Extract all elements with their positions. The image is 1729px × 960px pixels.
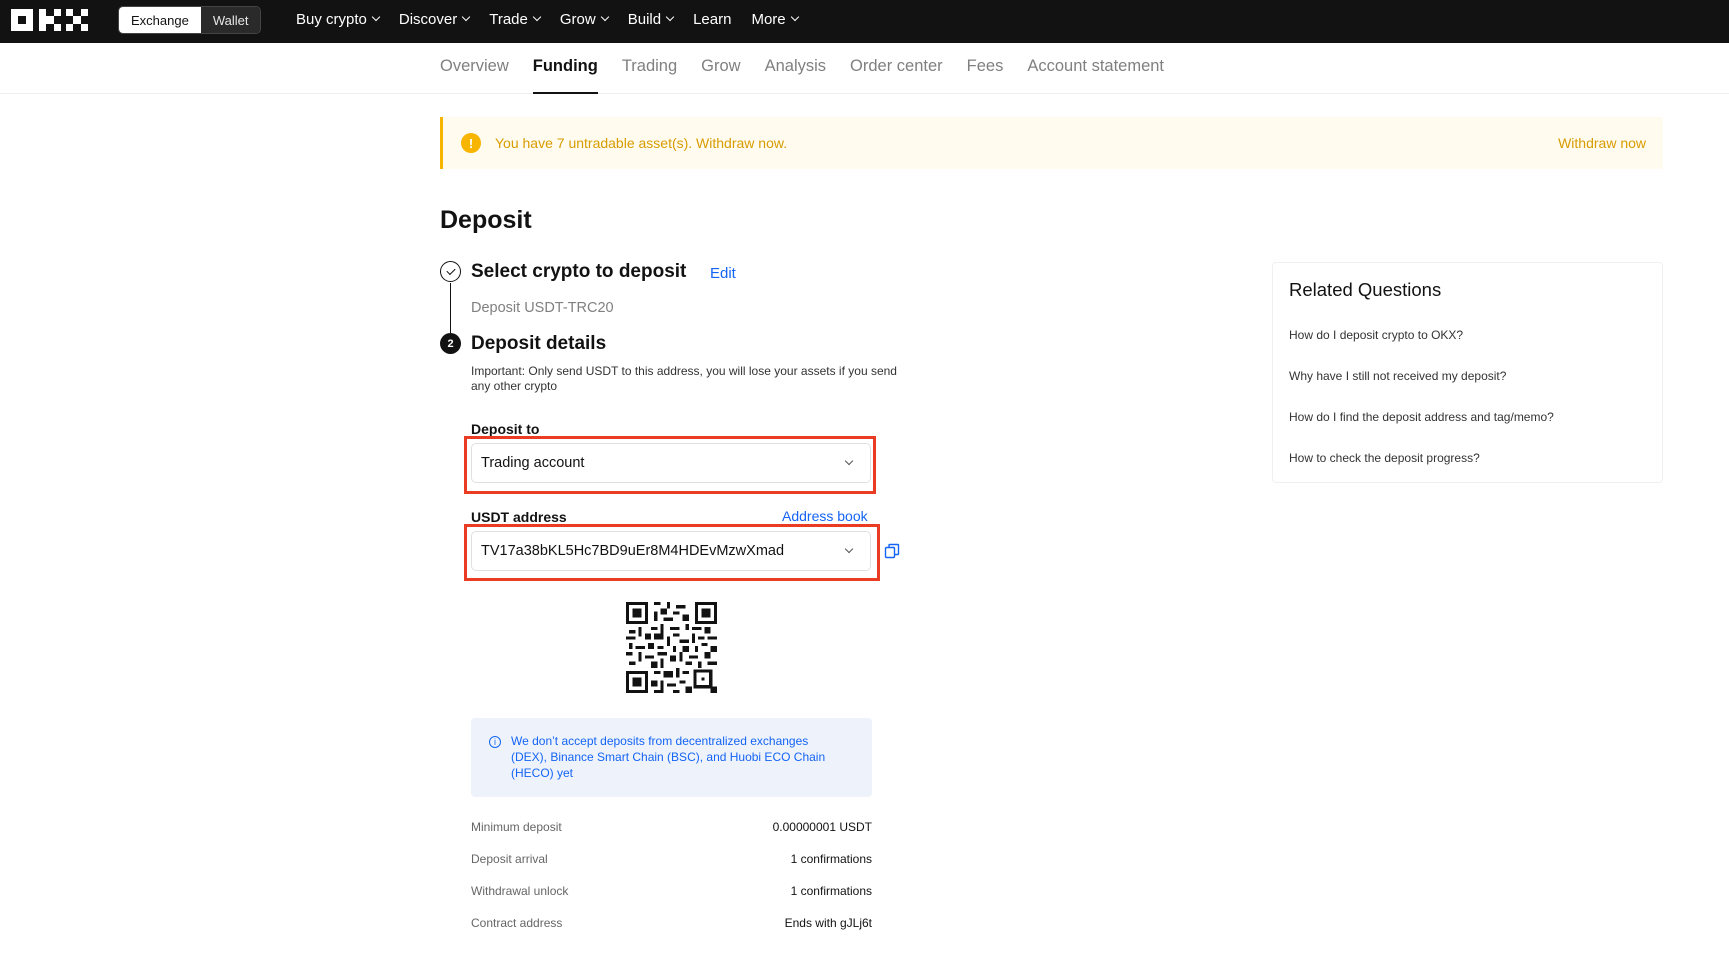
step1-title: Select crypto to deposit [471,261,687,282]
tab-grow[interactable]: Grow [701,43,740,94]
top-navigation-bar: Exchange Wallet Buy crypto Discover Trad… [0,0,1729,43]
chevron-down-icon [532,12,542,22]
nav-trade-label: Trade [489,10,528,28]
detail-row: Minimum deposit 0.00000001 USDT [471,820,872,852]
nav-more[interactable]: More [751,10,799,28]
tab-funding[interactable]: Funding [532,43,598,94]
page-title: Deposit [440,206,532,234]
chevron-down-icon [461,12,471,22]
deposit-to-value: Trading account [481,455,585,471]
step2-number-badge: 2 [440,333,461,354]
nav-discover-label: Discover [398,10,458,28]
info-icon: i [489,736,501,748]
nav-discover[interactable]: Discover [398,10,471,28]
notice-text: We don’t accept deposits from decentrali… [511,734,826,780]
deposit-to-select[interactable]: Trading account [471,443,871,483]
detail-key: Contract address [471,916,563,930]
detail-value: 0.00000001 USDT [772,820,872,834]
chevron-down-icon [844,544,854,554]
okx-logo[interactable] [11,8,92,32]
detail-key: Deposit arrival [471,852,548,866]
detail-row: Contract address Ends with gJLj6t [471,916,872,948]
main-nav: Buy crypto Discover Trade Grow Build Lea… [296,0,818,38]
nav-buy-crypto[interactable]: Buy crypto [296,10,381,28]
tab-trading[interactable]: Trading [622,43,677,94]
tab-account-statement[interactable]: Account statement [1027,43,1164,94]
unsupported-networks-notice: i We don’t accept deposits from decentra… [471,718,872,797]
selected-crypto-summary: Deposit USDT-TRC20 [471,300,614,316]
usdt-address-value: TV17a38bKL5Hc7BD9uEr8M4HDEvMzwXmad [481,543,785,559]
tab-order-center[interactable]: Order center [850,43,943,94]
exchange-tab[interactable]: Exchange [119,7,201,33]
chevron-down-icon [600,12,609,22]
nav-learn[interactable]: Learn [693,11,731,28]
nav-build[interactable]: Build [627,10,675,28]
exchange-wallet-toggle: Exchange Wallet [118,6,262,34]
edit-crypto-link[interactable]: Edit [710,265,736,282]
related-questions-panel: Related Questions How do I deposit crypt… [1272,262,1663,483]
usdt-address-select[interactable]: TV17a38bKL5Hc7BD9uEr8M4HDEvMzwXmad [471,531,871,571]
copy-icon[interactable] [884,543,900,559]
usdt-address-label: USDT address [471,509,567,525]
related-question-link[interactable]: How do I find the deposit address and ta… [1289,410,1554,451]
address-book-link[interactable]: Address book [782,508,868,524]
step-connector [450,283,451,333]
detail-key: Withdrawal unlock [471,884,569,898]
untradable-assets-banner: ! You have 7 untradable asset(s). Withdr… [440,117,1663,169]
chevron-down-icon [790,12,799,22]
related-question-link[interactable]: How to check the deposit progress? [1289,451,1554,492]
nav-learn-label: Learn [693,10,732,28]
tab-analysis[interactable]: Analysis [765,43,826,94]
warning-icon: ! [461,133,481,153]
tab-fees[interactable]: Fees [967,43,1004,94]
detail-value: 1 confirmations [790,884,872,898]
chevron-down-icon [371,12,381,22]
nav-more-label: More [751,10,786,28]
banner-message: You have 7 untradable asset(s). Withdraw… [495,135,788,151]
related-question-link[interactable]: How do I deposit crypto to OKX? [1289,328,1554,369]
tab-overview[interactable]: Overview [440,43,509,94]
deposit-to-label: Deposit to [471,421,540,437]
deposit-qr-code [626,602,717,693]
nav-trade[interactable]: Trade [489,10,542,28]
withdraw-now-link[interactable]: Withdraw now [1558,135,1646,151]
step2-title: Deposit details [471,333,607,354]
step-complete-check-icon [440,261,461,282]
deposit-details-list: Minimum deposit 0.00000001 USDT Deposit a… [471,820,872,948]
detail-value: 1 confirmations [790,852,872,866]
detail-row: Withdrawal unlock 1 confirmations [471,884,872,916]
chevron-down-icon [665,12,675,22]
nav-grow-label: Grow [559,10,596,28]
nav-build-label: Build [627,10,662,28]
important-notice: Important: Only send USDT to this addres… [471,364,897,393]
detail-row: Deposit arrival 1 confirmations [471,852,872,884]
wallet-tab[interactable]: Wallet [200,7,261,33]
nav-buy-crypto-label: Buy crypto [296,10,367,28]
nav-grow[interactable]: Grow [559,10,609,28]
account-subnav: Overview Funding Trading Grow Analysis O… [0,43,1729,94]
related-questions-title: Related Questions [1289,279,1442,300]
related-question-link[interactable]: Why have I still not received my deposit… [1289,369,1554,410]
chevron-down-icon [844,456,854,466]
detail-key: Minimum deposit [471,820,562,834]
detail-value: Ends with gJLj6t [784,916,872,930]
